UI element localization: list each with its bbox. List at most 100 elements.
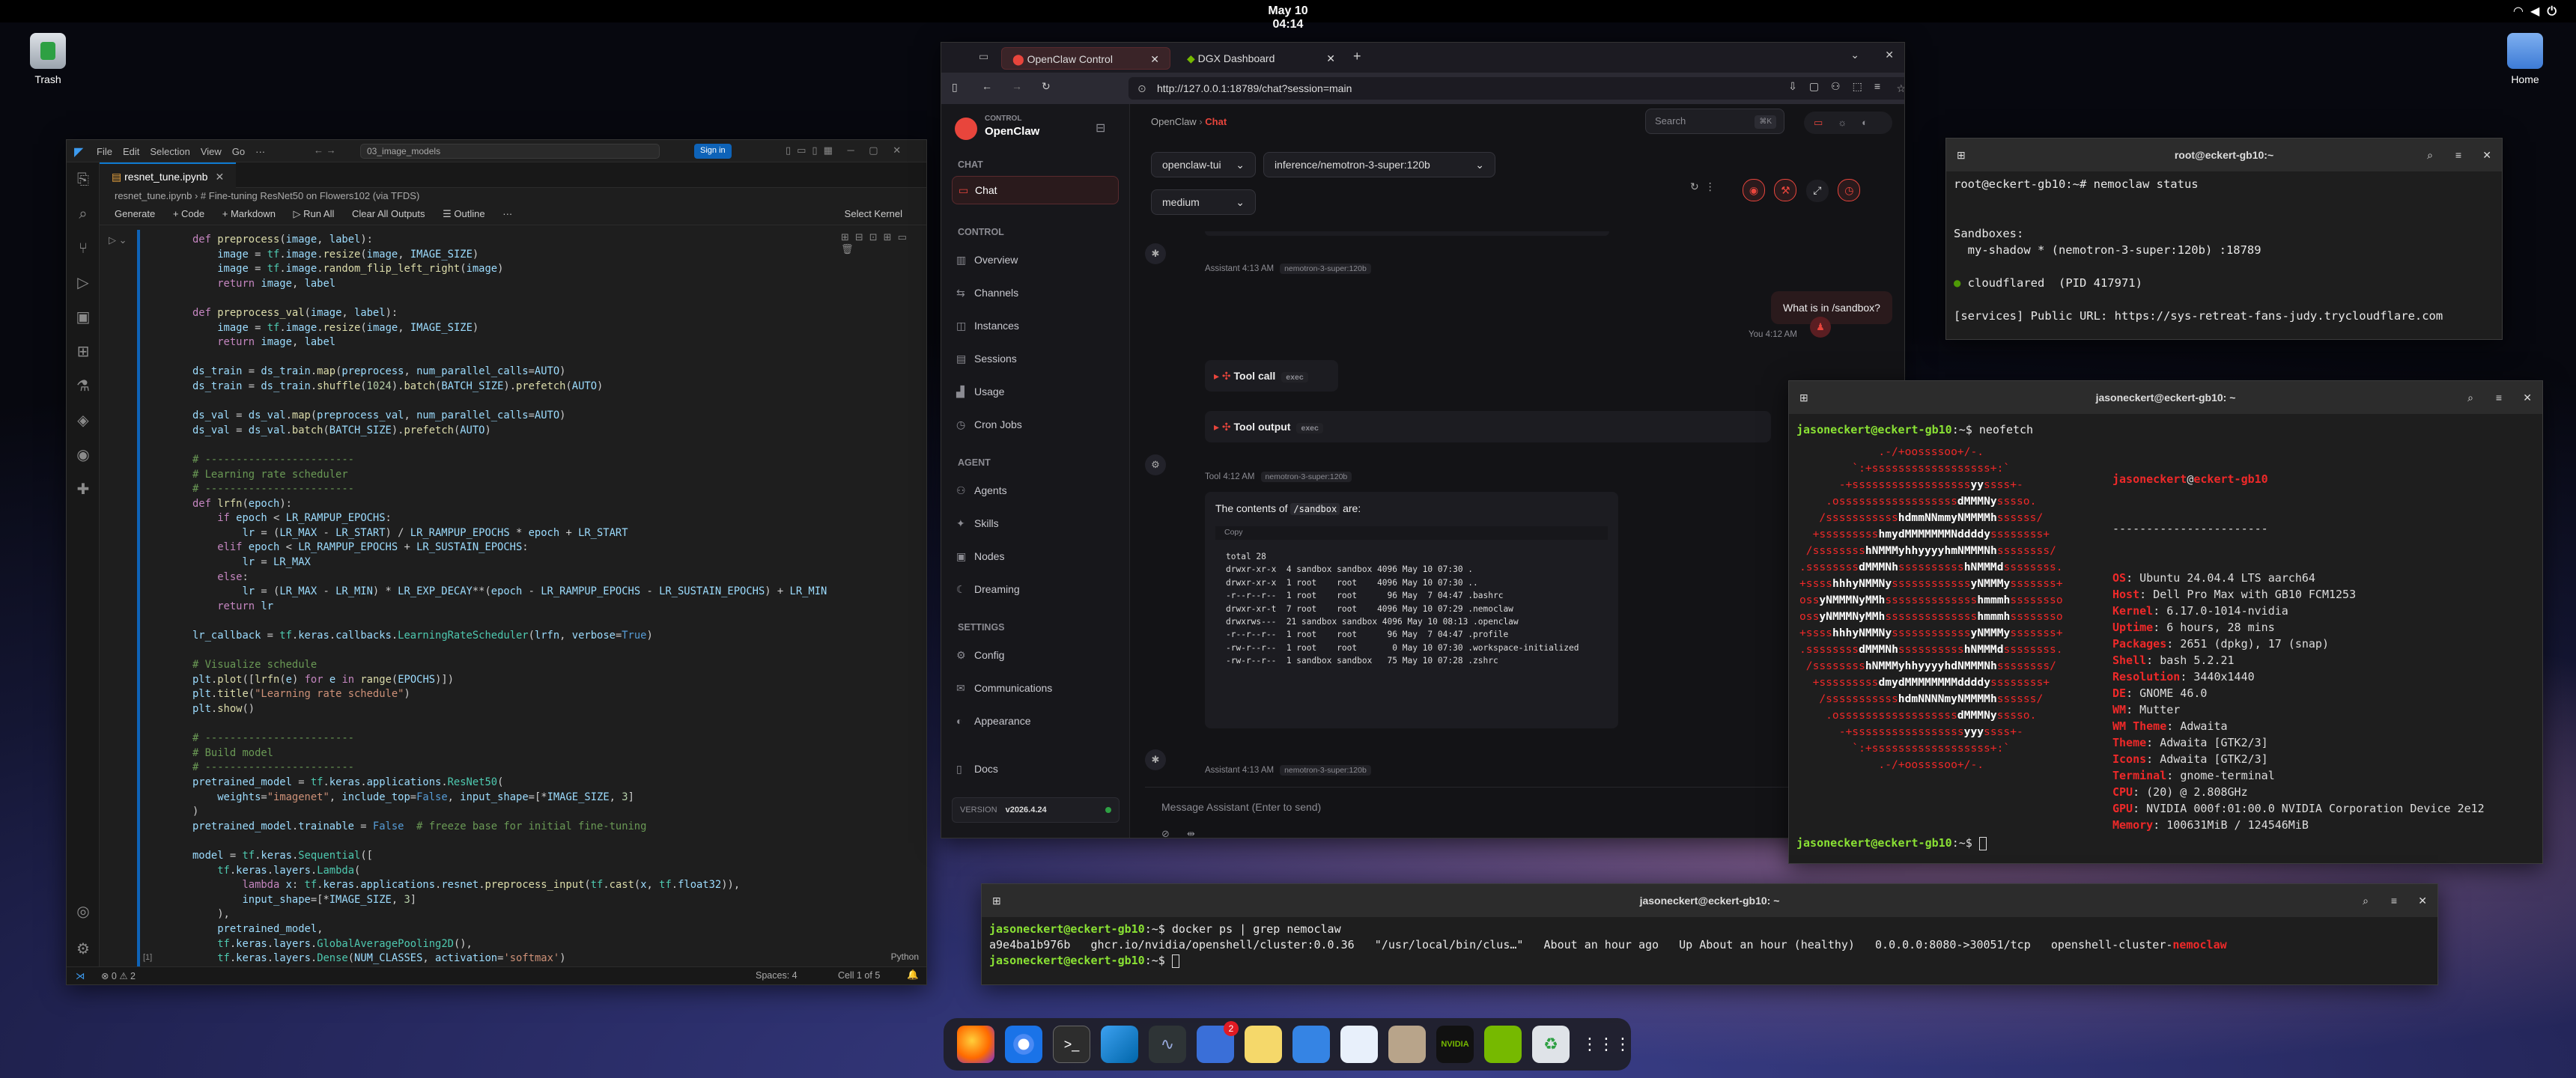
- problems-status[interactable]: ⊗ 0 ⚠ 2: [101, 971, 136, 981]
- tool-call-card[interactable]: ▸ ✣ Tool call exec: [1205, 360, 1338, 392]
- reload-icon[interactable]: ↻: [1042, 80, 1051, 93]
- menu-more[interactable]: ···: [255, 146, 265, 157]
- close-icon[interactable]: ✕: [1326, 47, 1335, 70]
- puzzle-icon[interactable]: ✚: [67, 472, 100, 507]
- attach-icon[interactable]: ⊘: [1161, 828, 1170, 838]
- system-monitor-icon[interactable]: ∿: [1149, 1026, 1186, 1063]
- files-icon[interactable]: [1388, 1026, 1426, 1063]
- menu-edit[interactable]: Edit: [123, 146, 139, 157]
- menu-icon[interactable]: ≡: [2391, 884, 2397, 917]
- code-cell[interactable]: def preprocess(image, label): image = tf…: [100, 225, 926, 979]
- github-icon[interactable]: ◉: [67, 438, 100, 472]
- nav-sessions[interactable]: ▤ Sessions: [941, 342, 1129, 375]
- wrench-icon[interactable]: ⚒: [1774, 179, 1797, 201]
- home-desktop-icon[interactable]: Home: [2480, 33, 2570, 85]
- terminal-output[interactable]: root@eckert-gb10:~# nemoclaw status Sand…: [1946, 171, 2502, 329]
- software-store-icon[interactable]: [1340, 1026, 1378, 1063]
- nav-skills[interactable]: ✦ Skills: [941, 507, 1129, 540]
- clock[interactable]: May 10 04:14: [1252, 4, 1324, 31]
- search-icon[interactable]: ⌕: [2427, 138, 2433, 171]
- composer-input[interactable]: Message Assistant (Enter to send): [1161, 801, 1321, 813]
- nav-docs[interactable]: ▯ Docs: [941, 752, 1129, 785]
- tool-output-card[interactable]: ▸ ✣ Tool output exec: [1205, 411, 1771, 442]
- nav-dreaming[interactable]: ☾ Dreaming: [941, 573, 1129, 606]
- collapse-sidebar-icon[interactable]: ⊟: [1096, 121, 1105, 135]
- nav-back-forward-icon[interactable]: ← →: [314, 144, 336, 156]
- signin-button[interactable]: Sign in: [694, 144, 732, 159]
- new-tab-button[interactable]: +: [1353, 49, 1361, 64]
- containers-icon[interactable]: ◈: [67, 404, 100, 438]
- app-grid-icon[interactable]: ⋮⋮⋮: [1582, 1026, 1631, 1063]
- new-tab-icon[interactable]: ⊞: [992, 884, 1001, 917]
- tab-dgx-dashboard[interactable]: ◆ DGX Dashboard ✕: [1176, 47, 1346, 70]
- testing-icon[interactable]: ⚗: [67, 369, 100, 404]
- manage-gear-icon[interactable]: ⚙: [67, 932, 100, 966]
- outline-button[interactable]: ☰ Outline: [443, 208, 484, 219]
- menu-selection[interactable]: Selection: [150, 146, 189, 157]
- nav-channels[interactable]: ⇆ Channels: [941, 276, 1129, 309]
- search-icon[interactable]: ⌕: [67, 197, 100, 231]
- search-icon[interactable]: ⌕: [2363, 884, 2369, 917]
- browser-toolbar-icons[interactable]: ⇩▢⚇⬚≡: [1788, 80, 1892, 93]
- terminal-output[interactable]: jasoneckert@eckert-gb10:~$ docker ps | g…: [982, 917, 2437, 973]
- close-icon[interactable]: ✕: [2418, 884, 2427, 917]
- vscode-icon[interactable]: [1101, 1026, 1138, 1063]
- menu-icon[interactable]: ≡: [2455, 138, 2461, 171]
- nvidia-sync-icon[interactable]: [1484, 1026, 1522, 1063]
- tab-resnet-tune[interactable]: ▤ resnet_tune.ipynb ✕: [100, 162, 237, 188]
- document-viewer-icon[interactable]: [1292, 1026, 1330, 1063]
- bookmark-star-icon[interactable]: ☆: [1896, 77, 1904, 100]
- site-info-icon[interactable]: ⊙: [1137, 77, 1146, 100]
- remote-status-icon[interactable]: ⋊: [76, 971, 85, 981]
- extensions-icon[interactable]: ⊞: [67, 335, 100, 369]
- nav-chat[interactable]: ▭ Chat: [952, 176, 1119, 204]
- copy-button[interactable]: Copy: [1215, 526, 1608, 540]
- clock-icon[interactable]: ◷: [1838, 179, 1861, 201]
- cell-language[interactable]: Python: [891, 951, 919, 962]
- menu-icon[interactable]: ≡: [2496, 381, 2502, 414]
- close-window-icon[interactable]: ✕: [1885, 49, 1894, 61]
- forward-icon[interactable]: →: [1012, 80, 1022, 92]
- more-icon[interactable]: ⋮: [1705, 180, 1722, 192]
- agent-select[interactable]: openclaw-tui ⌄: [1151, 152, 1256, 177]
- tab-overflow-icon[interactable]: ⌄: [1850, 49, 1859, 61]
- nav-config[interactable]: ⚙ Config: [941, 639, 1129, 672]
- account-icon[interactable]: ◎: [67, 895, 100, 929]
- command-center[interactable]: 03_image_models: [360, 144, 660, 159]
- menu-view[interactable]: View: [201, 146, 222, 157]
- nav-usage[interactable]: ▟ Usage: [941, 375, 1129, 408]
- cell-status[interactable]: Cell 1 of 5: [838, 970, 880, 981]
- terminal-prompt[interactable]: jasoneckert@eckert-gb10:~$: [1796, 836, 1987, 850]
- select-kernel-button[interactable]: Select Kernel: [845, 208, 902, 219]
- clear-outputs-button[interactable]: Clear All Outputs: [352, 208, 425, 219]
- text-editor-icon[interactable]: 2: [1197, 1021, 1239, 1063]
- chrome-icon[interactable]: [1005, 1026, 1042, 1063]
- refresh-icon[interactable]: ↻: [1690, 180, 1705, 192]
- theme-toggle[interactable]: ▭☼◐: [1804, 112, 1892, 134]
- back-icon[interactable]: ←: [982, 80, 992, 92]
- tab-list-icon[interactable]: ▭: [979, 50, 988, 63]
- tab-openclaw[interactable]: ⬤ OpenClaw Control ✕: [1001, 47, 1170, 70]
- terminal-icon[interactable]: >_: [1053, 1026, 1090, 1063]
- sidebar-icon[interactable]: ▯: [952, 81, 958, 94]
- more-button[interactable]: ···: [502, 208, 512, 219]
- nav-cron-jobs[interactable]: ◷ Cron Jobs: [941, 408, 1129, 441]
- add-markdown-button[interactable]: + Markdown: [222, 208, 276, 219]
- voice-icon[interactable]: ⇹: [1187, 828, 1195, 838]
- run-all-button[interactable]: ▷ Run All: [294, 208, 335, 219]
- source-control-icon[interactable]: ⑂: [67, 231, 100, 266]
- notifications-bell-icon[interactable]: 🔔: [907, 969, 919, 981]
- menu-go[interactable]: Go: [232, 146, 245, 157]
- menu-file[interactable]: File: [97, 146, 112, 157]
- search-icon[interactable]: ⌕: [2467, 381, 2473, 414]
- close-icon[interactable]: ✕: [215, 171, 224, 183]
- search-input[interactable]: Search ⌘K: [1645, 109, 1784, 134]
- expand-icon[interactable]: ⤢: [1805, 180, 1829, 202]
- generate-button[interactable]: Generate: [115, 208, 155, 219]
- nav-communications[interactable]: ✉ Communications: [941, 672, 1129, 704]
- model-select[interactable]: inference/nemotron-3-super:120b ⌄: [1263, 152, 1495, 177]
- spaces-status[interactable]: Spaces: 4: [756, 970, 798, 981]
- nav-overview[interactable]: ▥ Overview: [941, 243, 1129, 276]
- nav-nodes[interactable]: ▣ Nodes: [941, 540, 1129, 573]
- remote-icon[interactable]: ▣: [67, 300, 100, 335]
